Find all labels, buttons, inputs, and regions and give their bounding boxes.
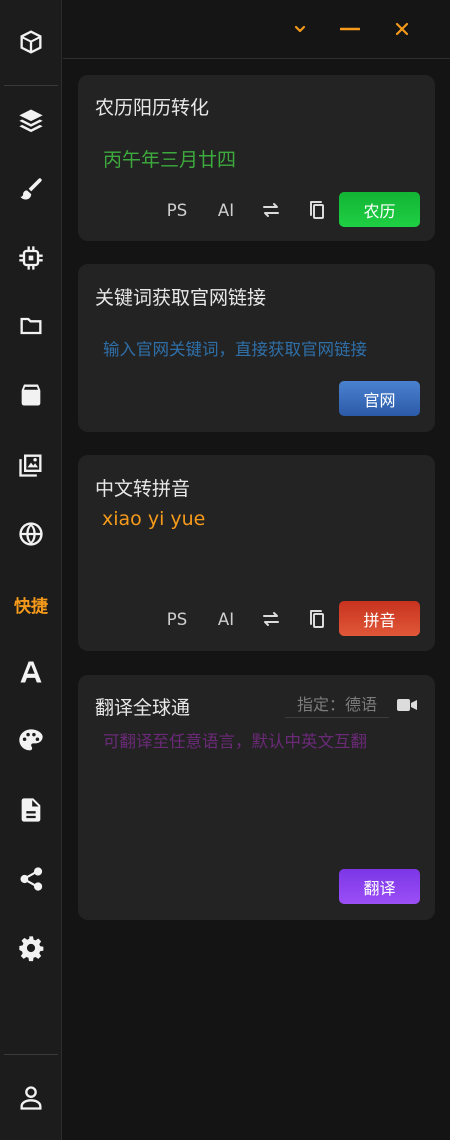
lunar-solar-card: 农历阳历转化 丙午年三月廿四 PS AI 农历 xyxy=(78,75,435,241)
pinyin-card: 中文转拼音 xiao yi yue PS AI 拼音 xyxy=(78,455,435,651)
sidebar-divider xyxy=(4,1054,58,1055)
cube-icon[interactable] xyxy=(0,20,62,64)
title-bar xyxy=(63,0,450,59)
pinyin-output[interactable]: xiao yi yue xyxy=(102,508,205,530)
chip-icon[interactable] xyxy=(0,236,62,280)
gear-icon[interactable] xyxy=(0,926,62,970)
document-icon[interactable] xyxy=(0,788,62,832)
swap-icon[interactable] xyxy=(259,192,283,228)
layers-icon[interactable] xyxy=(0,98,62,142)
keyword-input[interactable]: 输入官网关键词，直接获取官网链接 xyxy=(103,336,367,360)
chevron-down-icon[interactable] xyxy=(287,16,313,42)
translate-input[interactable]: 可翻译至任意语言，默认中英文互翻 xyxy=(103,728,367,752)
translate-card: 翻译全球通 可翻译至任意语言，默认中英文互翻 翻译 xyxy=(78,675,435,920)
swap-icon[interactable] xyxy=(259,601,283,637)
folder-icon[interactable] xyxy=(0,304,62,348)
copy-icon[interactable] xyxy=(304,192,328,228)
target-language-input[interactable] xyxy=(285,692,389,718)
card-title: 翻译全球通 xyxy=(95,697,191,719)
ps-button[interactable]: PS xyxy=(162,192,192,228)
official-site-button[interactable]: 官网 xyxy=(339,381,420,416)
sidebar-item-label: 快捷 xyxy=(14,596,48,617)
sidebar: 快捷 xyxy=(0,0,62,1140)
user-icon[interactable] xyxy=(0,1076,62,1120)
sidebar-divider xyxy=(4,85,58,86)
translate-button[interactable]: 翻译 xyxy=(339,869,420,904)
font-icon[interactable] xyxy=(0,650,62,694)
ps-button[interactable]: PS xyxy=(162,601,192,637)
ai-button[interactable]: AI xyxy=(212,601,240,637)
box-icon[interactable] xyxy=(0,373,62,417)
card-title: 中文转拼音 xyxy=(95,478,191,500)
minimize-icon[interactable] xyxy=(337,16,363,42)
sidebar-item-shortcuts[interactable]: 快捷 xyxy=(0,582,62,626)
close-icon[interactable] xyxy=(389,16,415,42)
ai-button[interactable]: AI xyxy=(212,192,240,228)
brush-icon[interactable] xyxy=(0,167,62,211)
gallery-icon[interactable] xyxy=(0,443,62,487)
official-link-card: 关键词获取官网链接 输入官网关键词，直接获取官网链接 官网 xyxy=(78,264,435,432)
video-icon[interactable] xyxy=(394,687,420,723)
copy-icon[interactable] xyxy=(304,601,328,637)
share-icon[interactable] xyxy=(0,857,62,901)
card-title: 农历阳历转化 xyxy=(95,97,210,119)
palette-icon[interactable] xyxy=(0,719,62,763)
card-title: 关键词获取官网链接 xyxy=(95,287,267,309)
globe-icon[interactable] xyxy=(0,512,62,556)
pinyin-button[interactable]: 拼音 xyxy=(339,601,420,636)
lunar-button[interactable]: 农历 xyxy=(339,192,420,227)
lunar-output[interactable]: 丙午年三月廿四 xyxy=(103,145,236,172)
